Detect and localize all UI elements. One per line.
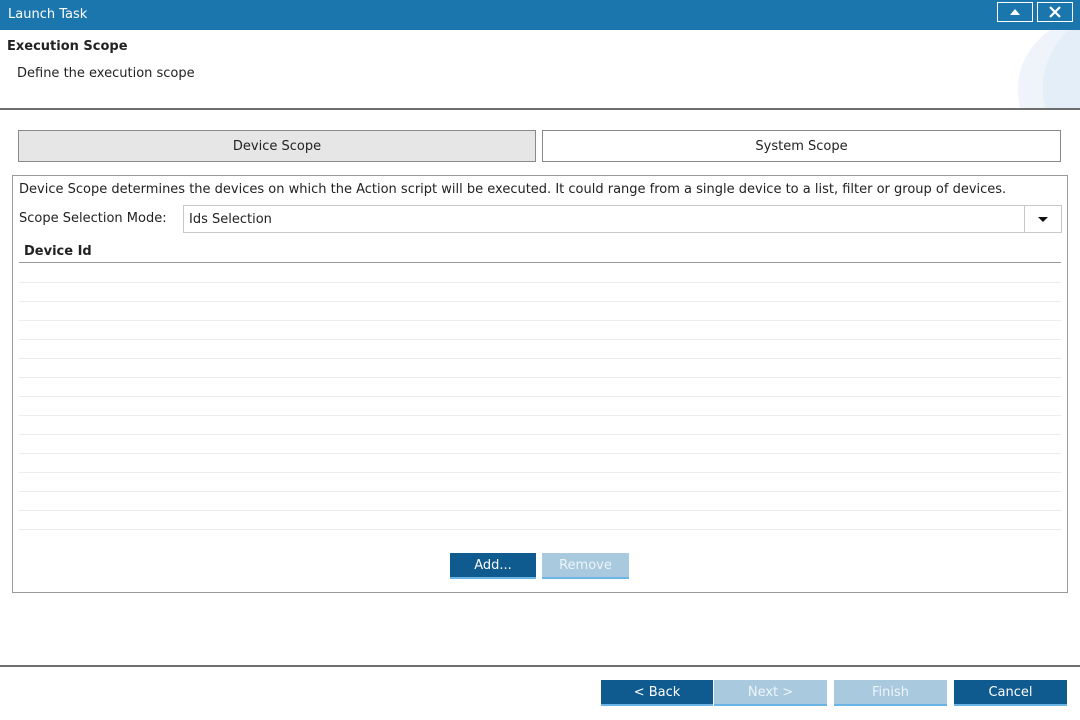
scope-mode-select[interactable]: Ids Selection	[183, 205, 1062, 233]
next-button: Next >	[714, 680, 827, 706]
tab-device-scope[interactable]: Device Scope	[18, 130, 536, 162]
remove-button: Remove	[542, 553, 629, 579]
tab-system-scope-label: System Scope	[755, 138, 848, 154]
caret-up-icon	[1010, 9, 1020, 15]
table-row-empty	[19, 302, 1061, 321]
scope-mode-label: Scope Selection Mode:	[19, 211, 167, 226]
close-icon	[1049, 6, 1061, 18]
table-row-empty	[19, 416, 1061, 435]
chevron-down-icon	[1038, 216, 1048, 222]
table-row-empty	[19, 454, 1061, 473]
table-row-empty	[19, 321, 1061, 340]
scope-mode-value: Ids Selection	[189, 212, 272, 227]
close-button[interactable]	[1037, 2, 1073, 22]
window-title: Launch Task	[8, 7, 88, 22]
header-decoration	[1018, 30, 1080, 108]
tab-device-scope-label: Device Scope	[232, 138, 322, 154]
table-row-empty	[19, 378, 1061, 397]
cancel-button[interactable]: Cancel	[954, 680, 1067, 706]
table-row-empty	[19, 511, 1061, 530]
device-scope-panel: Device Scope determines the devices on w…	[12, 175, 1068, 593]
page-subtitle: Define the execution scope	[17, 66, 195, 81]
table-row-empty	[19, 264, 1061, 283]
table-row-empty	[19, 359, 1061, 378]
table-row-empty	[19, 473, 1061, 492]
table-row-empty	[19, 492, 1061, 511]
back-button[interactable]: < Back	[601, 680, 713, 706]
table-row-empty	[19, 340, 1061, 359]
title-bar: Launch Task	[0, 0, 1080, 30]
tab-system-scope[interactable]: System Scope	[542, 130, 1061, 162]
column-device-id[interactable]: Device Id	[24, 244, 92, 259]
wizard-header: Execution Scope Define the execution sco…	[0, 30, 1080, 110]
page-title: Execution Scope	[7, 39, 128, 54]
table-header: Device Id	[19, 240, 1061, 263]
device-table: Device Id	[19, 240, 1061, 540]
add-button[interactable]: Add...	[450, 553, 536, 579]
dropdown-arrow[interactable]	[1024, 206, 1061, 232]
restore-button[interactable]	[997, 2, 1033, 22]
table-body	[19, 264, 1061, 530]
table-row-empty	[19, 397, 1061, 416]
table-row-empty	[19, 283, 1061, 302]
table-row-empty	[19, 435, 1061, 454]
scope-description: Device Scope determines the devices on w…	[19, 182, 1007, 197]
footer-divider	[0, 665, 1080, 667]
finish-button: Finish	[834, 680, 947, 706]
